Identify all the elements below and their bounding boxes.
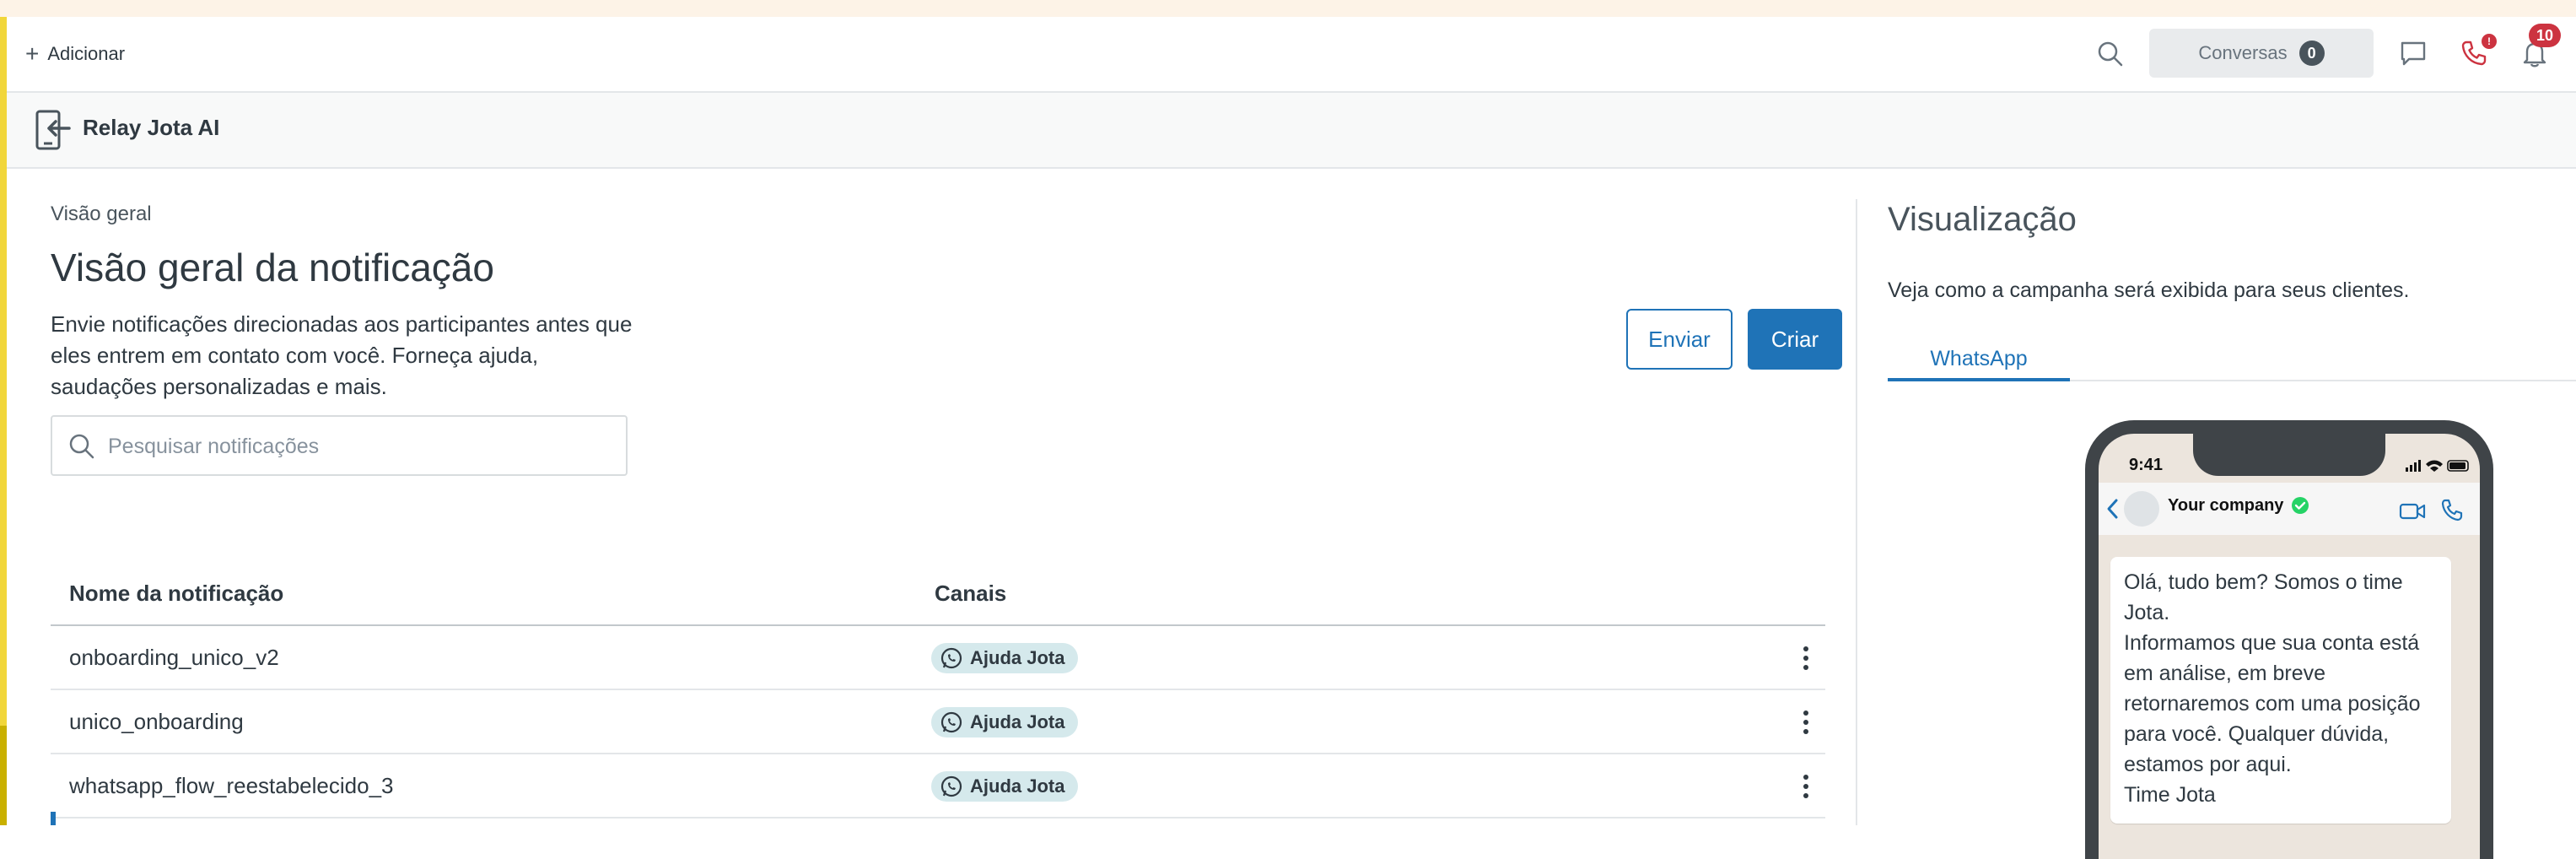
- phone-alert-badge: !: [2482, 34, 2497, 49]
- search-input[interactable]: [106, 427, 616, 466]
- breadcrumb[interactable]: Visão geral: [51, 203, 152, 226]
- top-banner-strip: [0, 0, 2576, 17]
- table-row[interactable]: onboarding_unico_v2 Ajuda Jota: [51, 626, 1825, 690]
- whatsapp-icon: [940, 647, 962, 669]
- contact-name: Your company: [2168, 496, 2284, 515]
- left-accent-bar-dark: [0, 726, 7, 825]
- notification-name[interactable]: whatsapp_flow_reestabelecido_3: [69, 773, 394, 799]
- preview-title: Visualização: [1888, 201, 2077, 238]
- status-bar-icons: [2406, 460, 2469, 472]
- verified-icon: [2292, 497, 2309, 514]
- page-title: Visão geral da notificação: [51, 246, 494, 289]
- row-menu-icon[interactable]: [1793, 641, 1819, 675]
- whatsapp-chat-header: Your company: [2099, 483, 2480, 536]
- column-header-channels: Canais: [935, 581, 1007, 606]
- column-header-name[interactable]: Nome da notificação: [69, 581, 283, 607]
- tab-whatsapp[interactable]: WhatsApp: [1888, 336, 2070, 381]
- app-title: Relay Jota AI: [83, 115, 220, 140]
- channel-chip: Ajuda Jota: [931, 643, 1079, 673]
- whatsapp-icon: [940, 711, 962, 733]
- call-icon[interactable]: [2439, 498, 2465, 523]
- chat-icon[interactable]: [2397, 37, 2429, 69]
- create-button[interactable]: Criar: [1748, 309, 1842, 370]
- add-button[interactable]: + Adicionar: [25, 37, 125, 71]
- back-icon[interactable]: [2105, 498, 2119, 520]
- row-menu-icon[interactable]: [1793, 705, 1819, 739]
- panel-divider: [1856, 199, 1857, 825]
- add-button-label: Adicionar: [47, 43, 126, 64]
- left-accent-bar: [0, 17, 7, 825]
- notifications-count-badge: 10: [2529, 24, 2561, 47]
- plus-icon: +: [25, 41, 40, 67]
- channel-label: Ajuda Jota: [970, 775, 1065, 797]
- message-bubble: Olá, tudo bem? Somos o time Jota. Inform…: [2110, 557, 2451, 824]
- phone-preview: 9:41 Your company Olá, tudo bem? Somos o…: [2085, 420, 2493, 859]
- channel-label: Ajuda Jota: [970, 647, 1065, 668]
- channel-chip: Ajuda Jota: [931, 707, 1079, 737]
- search-icon: [69, 434, 94, 459]
- phone-notch: [2193, 434, 2385, 476]
- preview-description: Veja como a campanha será exibida para s…: [1888, 278, 2410, 302]
- notification-search[interactable]: [51, 415, 628, 476]
- notifications-table: Nome da notificação Canais onboarding_un…: [51, 560, 1825, 818]
- avatar: [2124, 491, 2159, 527]
- notification-name[interactable]: unico_onboarding: [69, 709, 244, 735]
- channel-chip: Ajuda Jota: [931, 771, 1079, 802]
- app-bar: Relay Jota AI: [7, 93, 2576, 169]
- table-row[interactable]: unico_onboarding Ajuda Jota: [51, 690, 1825, 754]
- table-header: Nome da notificação Canais: [51, 560, 1825, 626]
- whatsapp-icon: [940, 775, 962, 797]
- page-description: Envie notificações direcionadas aos part…: [51, 311, 633, 399]
- search-icon[interactable]: [2095, 39, 2126, 69]
- conversations-label: Conversas: [2198, 42, 2288, 63]
- top-header: + Adicionar Conversas 0 ! 10: [7, 17, 2576, 93]
- notification-name[interactable]: onboarding_unico_v2: [69, 645, 279, 671]
- tab-active-indicator: [1888, 378, 2070, 381]
- app-icon: [35, 110, 71, 150]
- channel-label: Ajuda Jota: [970, 711, 1065, 732]
- phone-status-time: 9:41: [2129, 456, 2164, 474]
- row-menu-icon[interactable]: [1793, 770, 1819, 803]
- table-row[interactable]: whatsapp_flow_reestabelecido_3 Ajuda Jot…: [51, 754, 1825, 818]
- video-icon[interactable]: [2399, 501, 2426, 521]
- row-selection-marker: [51, 812, 56, 825]
- conversations-count-badge: 0: [2298, 41, 2325, 66]
- send-button[interactable]: Enviar: [1626, 309, 1733, 370]
- conversations-button[interactable]: Conversas 0: [2149, 29, 2374, 78]
